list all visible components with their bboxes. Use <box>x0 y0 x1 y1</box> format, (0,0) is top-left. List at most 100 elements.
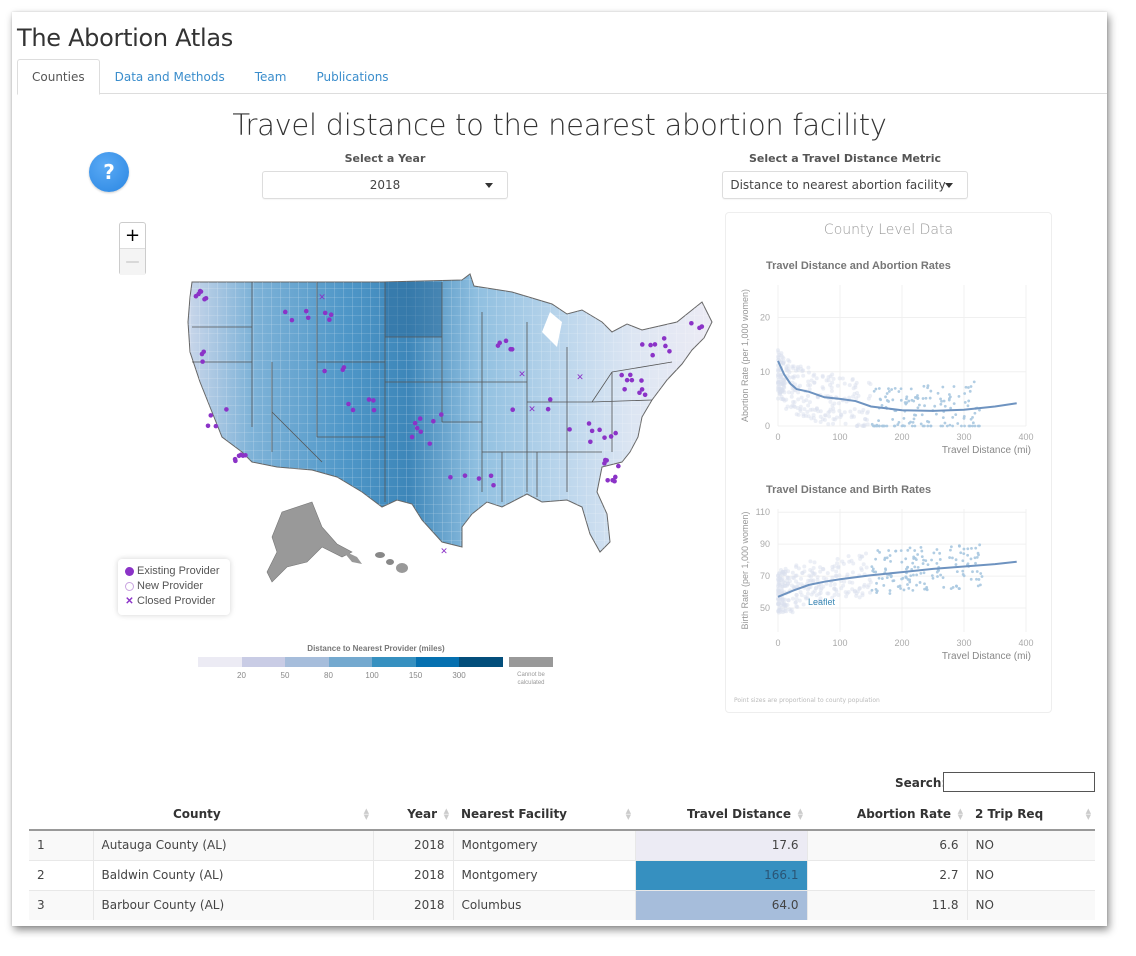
existing-provider-marker[interactable] <box>418 429 424 435</box>
existing-provider-marker[interactable] <box>305 315 311 321</box>
existing-provider-marker[interactable] <box>371 398 376 403</box>
table-row[interactable]: 2 Baldwin County (AL) 2018 Montgomery 16… <box>29 859 1095 890</box>
closed-provider-marker[interactable]: ✕ <box>440 547 448 557</box>
zoom-in-button[interactable]: + <box>120 223 145 249</box>
existing-provider-marker[interactable] <box>350 407 356 413</box>
tab-data-and-methods[interactable]: Data and Methods <box>100 59 240 94</box>
metric-select[interactable]: Distance to nearest abortion facility <box>722 171 968 199</box>
existing-provider-marker[interactable] <box>545 406 551 412</box>
existing-provider-marker[interactable] <box>602 435 607 440</box>
tab-publications[interactable]: Publications <box>301 59 403 94</box>
existing-provider-marker[interactable] <box>488 473 494 479</box>
existing-provider-marker[interactable] <box>322 310 328 316</box>
existing-provider-marker[interactable] <box>412 420 418 426</box>
tab-counties[interactable]: Counties <box>17 59 100 95</box>
existing-provider-marker[interactable] <box>628 372 633 378</box>
existing-provider-marker[interactable] <box>619 372 624 378</box>
closed-provider-marker[interactable]: ✕ <box>518 370 526 380</box>
existing-provider-marker[interactable] <box>567 427 572 432</box>
closed-provider-marker[interactable]: ✕ <box>528 405 536 415</box>
existing-provider-marker[interactable] <box>417 416 423 421</box>
existing-provider-marker[interactable] <box>510 407 515 412</box>
existing-provider-marker[interactable] <box>202 296 207 302</box>
existing-provider-marker[interactable] <box>503 338 509 344</box>
existing-provider-marker[interactable] <box>414 425 420 431</box>
existing-provider-marker[interactable] <box>639 387 645 392</box>
existing-provider-marker[interactable] <box>597 427 602 433</box>
existing-provider-marker[interactable] <box>289 317 295 323</box>
existing-provider-marker[interactable] <box>661 336 667 341</box>
existing-provider-marker[interactable] <box>201 349 207 355</box>
existing-provider-marker[interactable] <box>462 473 468 478</box>
table-row[interactable]: 1 Autauga County (AL) 2018 Montgomery 17… <box>29 829 1095 860</box>
existing-provider-marker[interactable] <box>205 423 211 429</box>
existing-provider-marker[interactable] <box>610 477 615 483</box>
existing-provider-marker[interactable] <box>622 386 627 392</box>
tab-team[interactable]: Team <box>240 59 302 94</box>
col-nearest-facility[interactable]: Nearest Facility ▲ ▼ <box>453 798 635 831</box>
existing-provider-marker[interactable] <box>340 367 346 373</box>
existing-provider-marker[interactable] <box>624 377 630 383</box>
existing-provider-marker[interactable] <box>495 343 501 348</box>
col-two-trip-req[interactable]: 2 Trip Req ▲ ▼ <box>967 798 1095 831</box>
closed-provider-marker[interactable]: ✕ <box>318 293 326 303</box>
existing-provider-marker[interactable] <box>667 348 672 354</box>
existing-provider-marker[interactable] <box>588 439 593 445</box>
existing-provider-marker[interactable] <box>346 401 351 407</box>
existing-provider-marker[interactable] <box>208 413 214 418</box>
table-row[interactable]: 3 Barbour County (AL) 2018 Columbus 64.0… <box>29 889 1095 920</box>
existing-provider-marker[interactable] <box>366 397 372 402</box>
existing-provider-marker[interactable] <box>476 476 482 481</box>
existing-provider-marker[interactable] <box>431 418 436 424</box>
existing-provider-marker[interactable] <box>200 359 205 364</box>
existing-provider-marker[interactable] <box>613 430 618 436</box>
existing-provider-marker[interactable] <box>371 407 377 413</box>
abortion-rate-chart[interactable]: Travel Distance and Abortion Rates0 100 20… <box>726 253 1051 463</box>
existing-provider-marker[interactable] <box>689 320 694 326</box>
existing-provider-marker[interactable] <box>663 343 668 349</box>
existing-provider-marker[interactable] <box>427 441 433 446</box>
existing-provider-marker[interactable] <box>224 407 229 412</box>
col-travel-distance[interactable]: Travel Distance ▲ ▼ <box>635 798 807 831</box>
existing-provider-marker[interactable] <box>697 325 702 331</box>
existing-provider-marker[interactable] <box>629 377 635 383</box>
existing-provider-marker[interactable] <box>240 453 246 458</box>
existing-provider-marker[interactable] <box>232 456 238 462</box>
existing-provider-marker[interactable] <box>648 342 653 348</box>
existing-provider-marker[interactable] <box>196 291 201 297</box>
existing-provider-marker[interactable] <box>282 309 288 315</box>
existing-provider-marker[interactable] <box>213 423 219 429</box>
existing-provider-marker[interactable] <box>650 352 655 358</box>
existing-provider-marker[interactable] <box>608 434 614 439</box>
help-button[interactable]: ? <box>89 152 129 192</box>
existing-provider-marker[interactable] <box>586 421 592 426</box>
existing-provider-marker[interactable] <box>642 392 648 398</box>
year-select[interactable]: 2018 <box>262 171 508 199</box>
col-county[interactable]: County ▲ ▼ <box>93 798 373 831</box>
existing-provider-marker[interactable] <box>639 342 645 347</box>
existing-provider-marker[interactable] <box>639 378 644 383</box>
existing-provider-marker[interactable] <box>508 346 513 352</box>
existing-provider-marker[interactable] <box>322 368 327 374</box>
existing-provider-marker[interactable] <box>589 428 595 434</box>
existing-provider-marker[interactable] <box>409 434 415 440</box>
us-choropleth-map[interactable]: ✕ ✕ ✕ ✕ ✕ <box>172 252 732 612</box>
zoom-out-button[interactable]: — <box>120 249 145 275</box>
existing-provider-marker[interactable] <box>328 312 334 318</box>
existing-provider-marker[interactable] <box>491 482 496 488</box>
existing-provider-marker[interactable] <box>605 477 610 483</box>
existing-provider-marker[interactable] <box>438 412 444 417</box>
existing-provider-marker[interactable] <box>448 474 453 480</box>
existing-provider-marker[interactable] <box>652 342 658 347</box>
existing-provider-marker[interactable] <box>547 397 553 402</box>
existing-provider-marker[interactable] <box>327 317 332 323</box>
birth-rate-chart[interactable]: Travel Distance and Birth Rates 0 100 200 30… <box>726 477 1051 692</box>
existing-provider-marker[interactable] <box>603 457 608 463</box>
search-input[interactable] <box>943 772 1095 792</box>
col-year[interactable]: Year ▲ ▼ <box>373 798 453 831</box>
existing-provider-marker[interactable] <box>236 453 242 459</box>
existing-provider-marker[interactable] <box>303 308 309 314</box>
closed-provider-marker[interactable]: ✕ <box>576 373 584 383</box>
col-abortion-rate[interactable]: Abortion Rate ▲ ▼ <box>807 798 967 831</box>
existing-provider-marker[interactable] <box>616 463 621 469</box>
